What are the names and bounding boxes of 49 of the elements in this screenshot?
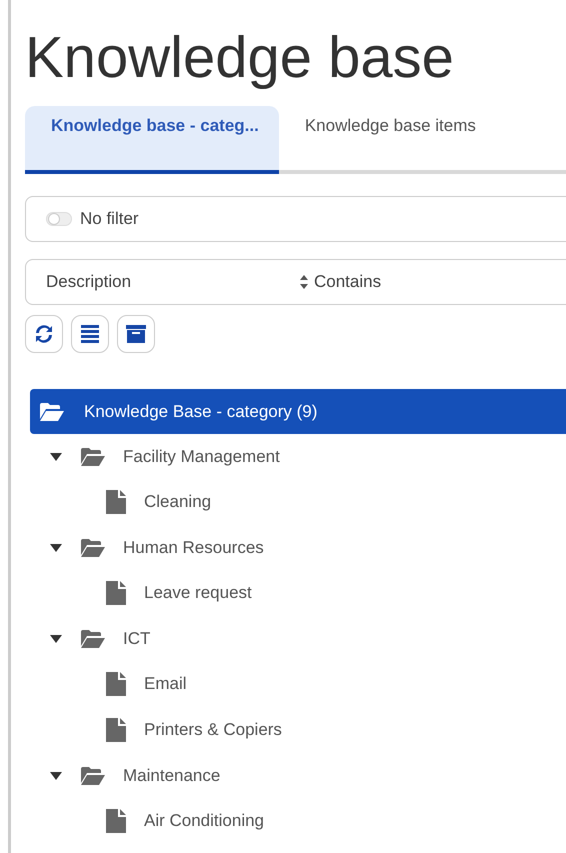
document-icon bbox=[106, 490, 126, 514]
caret-icon[interactable] bbox=[50, 634, 62, 642]
tree-item[interactable]: Maintenance bbox=[25, 753, 566, 798]
tree-label: Maintenance bbox=[123, 766, 220, 786]
tree-item[interactable]: Human Resources bbox=[25, 525, 566, 570]
filter-field[interactable]: No filter bbox=[25, 196, 566, 242]
tree-item[interactable]: Air Conditioning bbox=[25, 798, 566, 844]
folder-icon bbox=[81, 448, 105, 466]
tree-label: Facility Management bbox=[123, 446, 280, 466]
refresh-button[interactable] bbox=[25, 315, 63, 353]
tree-item[interactable]: Printers & Copiers bbox=[25, 707, 566, 753]
archive-button[interactable] bbox=[117, 315, 155, 353]
tree-label: Cleaning bbox=[144, 492, 212, 512]
document-icon bbox=[106, 672, 126, 696]
tree-item[interactable]: Knowledge Base - category (9) bbox=[30, 389, 566, 434]
tab[interactable]: Knowledge base items bbox=[278, 106, 496, 174]
filter-label: No filter bbox=[80, 209, 139, 229]
tree-item[interactable]: Cleaning bbox=[25, 479, 566, 525]
refresh-icon bbox=[33, 323, 55, 345]
folder-icon bbox=[81, 766, 105, 784]
page-title: Knowledge base bbox=[25, 24, 455, 92]
tree-label: Leave request bbox=[144, 583, 252, 603]
toggle-switch[interactable] bbox=[46, 212, 72, 226]
caret-icon[interactable] bbox=[50, 772, 62, 780]
tree-label: ICT bbox=[123, 628, 150, 648]
tree-label: Printers & Copiers bbox=[144, 720, 282, 740]
folder-icon bbox=[40, 402, 64, 420]
tree-label: Email bbox=[144, 674, 187, 694]
sort-icon bbox=[300, 275, 308, 289]
folder-icon bbox=[81, 630, 105, 648]
tree-label: Human Resources bbox=[123, 538, 264, 558]
caret-icon[interactable] bbox=[50, 544, 62, 552]
list-icon bbox=[79, 323, 101, 345]
archive-icon bbox=[125, 323, 147, 345]
tree-label: Air Conditioning bbox=[144, 811, 264, 831]
document-icon bbox=[106, 581, 126, 605]
tree-item[interactable]: ICT bbox=[25, 616, 566, 661]
operator-select[interactable]: Contains bbox=[314, 272, 382, 292]
tab[interactable]: Knowledge base - categ... bbox=[25, 106, 279, 174]
tree-item[interactable]: Facility Management bbox=[25, 434, 566, 479]
caret-icon[interactable] bbox=[50, 452, 62, 460]
document-icon bbox=[106, 718, 126, 742]
folder-icon bbox=[81, 538, 105, 556]
tree-item[interactable]: Email bbox=[25, 661, 566, 707]
list-button[interactable] bbox=[71, 315, 109, 353]
document-icon bbox=[106, 809, 126, 833]
tree-item[interactable]: Leave request bbox=[25, 570, 566, 616]
tree-label: Knowledge Base - category (9) bbox=[84, 402, 318, 422]
column-select[interactable]: Description bbox=[46, 272, 300, 292]
